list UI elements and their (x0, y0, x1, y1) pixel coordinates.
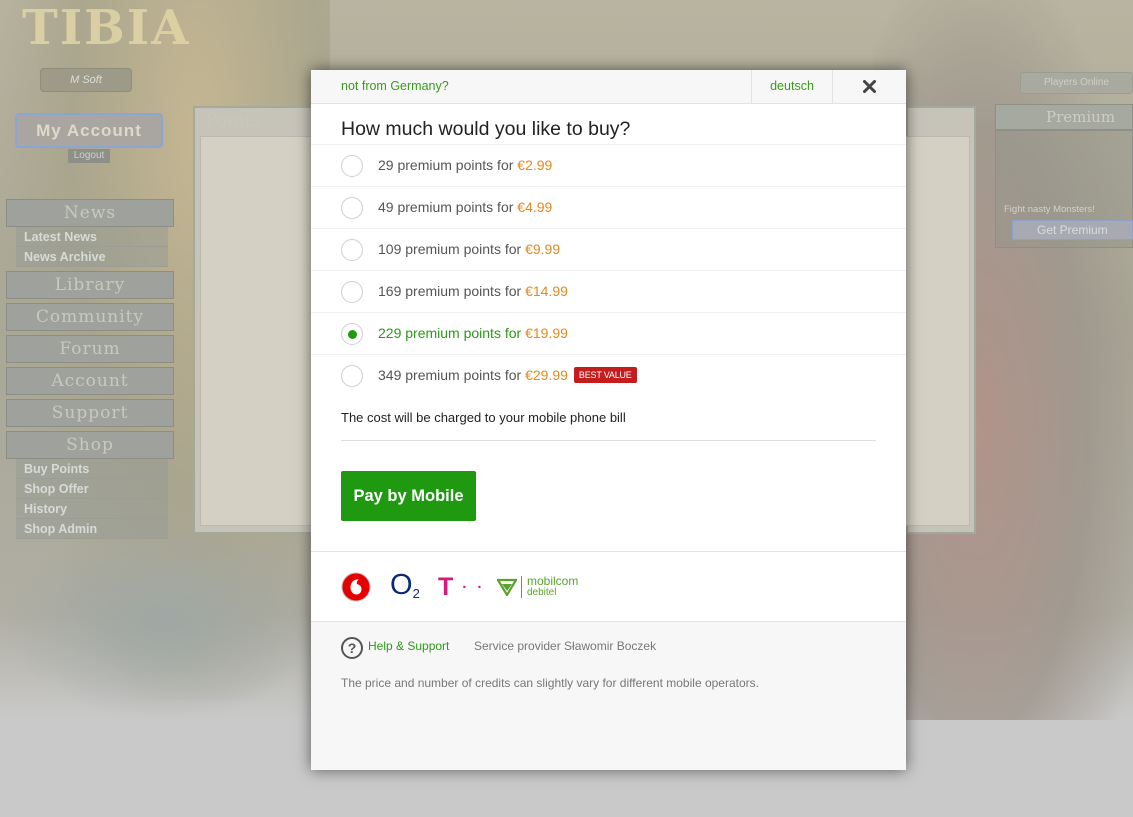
points-option-price: €4.99 (517, 199, 553, 215)
points-option[interactable]: 169 premium points for €14.99 (311, 270, 906, 312)
close-button[interactable] (832, 70, 906, 103)
points-option[interactable]: 229 premium points for €19.99 (311, 312, 906, 354)
points-option-label: 229 premium points for €19.99 (378, 313, 568, 354)
points-option-text: 229 premium points for (378, 325, 526, 341)
site-menu-item: News Archive (16, 247, 168, 267)
points-option[interactable]: 29 premium points for €2.99 (311, 144, 906, 186)
points-option-text: 49 premium points for (378, 199, 518, 215)
telekom-logo-icon: T · · (438, 573, 486, 601)
best-value-badge: BEST VALUE (573, 367, 637, 383)
close-icon (863, 80, 876, 93)
site-menu-heading: Library (6, 271, 174, 299)
pay-by-mobile-button[interactable]: Pay by Mobile (341, 471, 476, 521)
points-panel-content (200, 136, 313, 526)
help-support-link[interactable]: Help & Support (368, 639, 449, 653)
language-switch-link[interactable]: deutsch (751, 70, 832, 103)
site-menu-heading: Forum (6, 335, 174, 363)
o2-logo-icon: O2 (390, 569, 420, 601)
premium-box-text: Fight nasty Monsters! (1004, 204, 1095, 215)
site-menu-heading: Support (6, 399, 174, 427)
points-option-radio[interactable] (341, 323, 363, 345)
background-artwork-bottom (0, 520, 330, 720)
site-menu: News Latest News News Archive Library Commun… (6, 195, 174, 539)
premium-box-title: Premium (995, 104, 1133, 130)
price-disclaimer: The price and number of credits can slig… (341, 676, 759, 690)
dialog-question: How much would you like to buy? (341, 118, 631, 140)
site-menu-item: Shop Admin (16, 519, 168, 539)
site-logo: TIBIA (22, 0, 191, 56)
site-menu-item: Latest News (16, 227, 168, 247)
dialog-top-bar: not from Germany? deutsch (311, 70, 906, 104)
points-option-text: 349 premium points for (378, 367, 526, 383)
points-option-text: 109 premium points for (378, 241, 526, 257)
mobilcom-debitel-logo-icon: mobilcom debitel (497, 575, 578, 598)
my-account-button: My Account (15, 113, 163, 148)
service-provider-text: Service provider Sławomir Boczek (474, 639, 657, 653)
points-option-label: 349 premium points for €29.99 BEST VALUE (378, 355, 637, 396)
points-option-text: 29 premium points for (378, 157, 518, 173)
site-menu-heading: Community (6, 303, 174, 331)
vodafone-logo-icon (341, 572, 371, 602)
site-menu-heading: News (6, 199, 174, 227)
points-option-label: 109 premium points for €9.99 (378, 229, 560, 270)
divider (341, 440, 876, 441)
points-option-price: €29.99 (525, 367, 568, 383)
mobile-payment-dialog: not from Germany? deutsch How much would… (311, 70, 906, 770)
site-menu-item: History (16, 499, 168, 519)
points-options-list: 29 premium points for €2.99 49 premium po… (311, 144, 906, 396)
points-option-label: 49 premium points for €4.99 (378, 187, 552, 228)
points-option-radio[interactable] (341, 155, 363, 177)
points-option-text: 169 premium points for (378, 283, 526, 299)
points-option[interactable]: 49 premium points for €4.99 (311, 186, 906, 228)
site-menu-heading: Account (6, 367, 174, 395)
site-menu-heading: Shop (6, 431, 174, 459)
charge-note: The cost will be charged to your mobile … (341, 410, 626, 425)
points-panel-right-content (906, 136, 970, 526)
points-option-price: €19.99 (525, 325, 568, 341)
get-premium-button: Get Premium (1012, 220, 1133, 240)
site-logo-sub: M Soft (40, 68, 132, 92)
site-menu-item: Buy Points (16, 459, 168, 479)
points-option-radio[interactable] (341, 239, 363, 261)
points-option-radio[interactable] (341, 365, 363, 387)
players-online-button: Players Online (1020, 72, 1133, 94)
points-panel-title: Points (205, 110, 262, 131)
logout-button: Logout (68, 149, 110, 163)
operator-logos: O2 T · · mobilcom debitel (311, 551, 906, 621)
not-from-germany-link[interactable]: not from Germany? (341, 70, 449, 103)
site-menu-item: Shop Offer (16, 479, 168, 499)
dialog-footer: ? Help & Support Service provider Sławom… (311, 621, 906, 770)
points-option-label: 169 premium points for €14.99 (378, 271, 568, 312)
points-option-radio[interactable] (341, 197, 363, 219)
points-option-price: €14.99 (525, 283, 568, 299)
points-option-price: €2.99 (517, 157, 553, 173)
points-option-label: 29 premium points for €2.99 (378, 145, 552, 186)
points-option[interactable]: 109 premium points for €9.99 (311, 228, 906, 270)
points-option[interactable]: 349 premium points for €29.99 BEST VALUE (311, 354, 906, 396)
points-option-price: €9.99 (525, 241, 561, 257)
help-icon[interactable]: ? (341, 637, 363, 659)
points-option-radio[interactable] (341, 281, 363, 303)
